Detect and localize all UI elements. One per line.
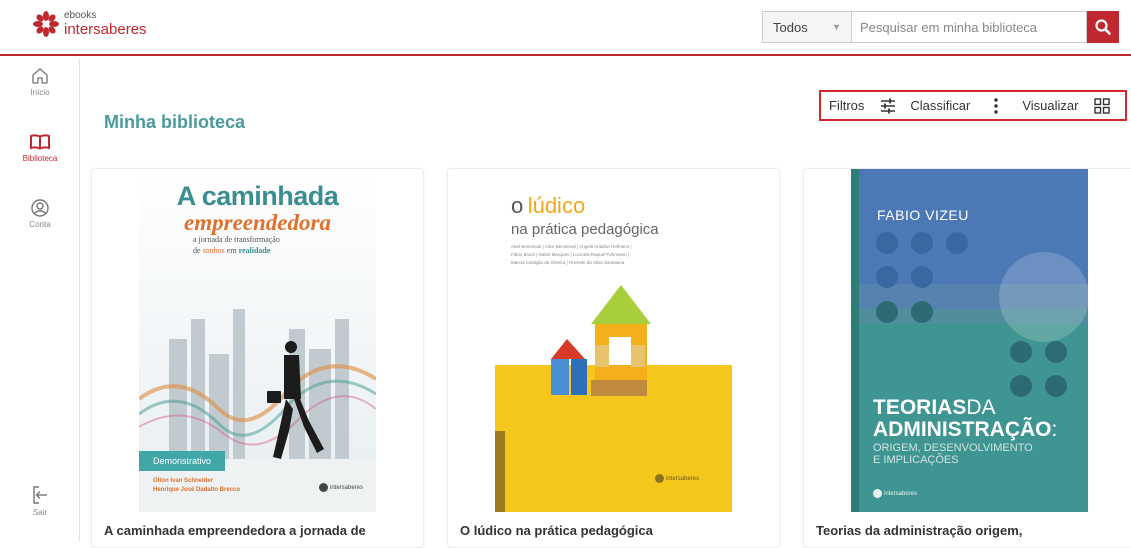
sidebar-item-label: Biblioteca xyxy=(22,154,58,163)
cover-subtitle-1: a jornada de transformação xyxy=(193,235,280,244)
sidebar-item-label: Início xyxy=(30,88,50,97)
cover-author-2: Henrique José Dadalto Brecco xyxy=(153,487,241,493)
grid-view-icon xyxy=(1094,97,1111,114)
page-title: Minha biblioteca xyxy=(104,112,246,132)
home-icon xyxy=(32,68,48,84)
demo-badge: Demonstrativo xyxy=(152,456,212,466)
publisher-name: intersaberes xyxy=(330,484,364,491)
book-cover[interactable]: FABIO VIZEU TEORIASDA ADMINISTRAÇÃO: ORI… xyxy=(851,169,1088,512)
sidebar-item-biblioteca[interactable]: Biblioteca xyxy=(0,132,80,163)
kebab-menu-icon xyxy=(994,97,999,114)
book-cover[interactable]: A caminhada empreendedora a jornada de t… xyxy=(139,169,376,512)
sidebar: Início Biblioteca Conta Sair xyxy=(0,58,80,542)
search-input[interactable] xyxy=(852,11,1087,43)
publisher-name: intersaberes xyxy=(884,490,918,497)
cover-authors-3: Marcia Castiglio da Silveira | Rochele d… xyxy=(511,260,625,266)
cover-subtitle-2: E IMPLICAÇÕES xyxy=(873,453,959,466)
cover-subtitle: na prática pedagógica xyxy=(511,221,659,238)
search-icon xyxy=(1095,19,1111,35)
publisher-name: intersaberes xyxy=(666,475,700,482)
logo[interactable]: ebooks intersaberes xyxy=(32,10,147,38)
sidebar-item-label: Sair xyxy=(32,508,48,517)
logo-text-brand: intersaberes xyxy=(64,21,147,38)
publisher-logo-icon xyxy=(655,474,664,483)
cover-authors-2: Fábio Brasil | Isabel Marques | Lucinéia… xyxy=(511,252,630,258)
sidebar-item-sair[interactable]: Sair xyxy=(0,484,80,517)
book-card[interactable]: A caminhada empreendedora a jornada de t… xyxy=(91,168,424,548)
publisher-logo-icon xyxy=(873,489,882,498)
search-scope-value: Todos xyxy=(773,19,808,35)
search-bar: Todos ▼ xyxy=(762,11,1119,43)
book-title[interactable]: O lúdico na prática pedagógica xyxy=(460,523,653,538)
book-cover[interactable]: o lúdico na prática pedagógica Abel Benv… xyxy=(495,169,732,512)
chevron-down-icon: ▼ xyxy=(832,22,841,32)
logout-icon xyxy=(33,486,47,504)
sidebar-item-label: Conta xyxy=(29,220,51,229)
cover-title-line1: A caminhada xyxy=(176,181,339,211)
cover-title-ludico: lúdico xyxy=(527,193,586,218)
view-label: Visualizar xyxy=(1022,98,1079,113)
search-button[interactable] xyxy=(1087,11,1119,43)
publisher-logo-icon xyxy=(319,483,328,492)
sort-button[interactable]: Classificar xyxy=(910,98,970,113)
search-scope-select[interactable]: Todos ▼ xyxy=(762,11,852,43)
view-button[interactable]: Visualizar xyxy=(1022,97,1111,114)
book-card[interactable]: FABIO VIZEU TEORIASDA ADMINISTRAÇÃO: ORI… xyxy=(803,168,1131,548)
cover-subtitle-2: de sonhos em realidade xyxy=(193,245,271,255)
logo-text-small: ebooks xyxy=(64,10,97,21)
cover-title-o: o xyxy=(511,193,524,218)
account-icon xyxy=(31,199,49,217)
cover-title-line1: TEORIASDA xyxy=(873,396,996,419)
more-options-button[interactable] xyxy=(994,97,999,114)
cover-author: FABIO VIZEU xyxy=(877,207,969,223)
top-header: ebooks intersaberes Todos ▼ xyxy=(0,0,1131,56)
book-card[interactable]: o lúdico na prática pedagógica Abel Benv… xyxy=(447,168,780,548)
filters-button[interactable]: Filtros xyxy=(829,98,896,114)
book-title[interactable]: Teorias da administração origem, xyxy=(816,523,1022,538)
filters-label: Filtros xyxy=(829,98,865,113)
book-icon xyxy=(30,134,50,150)
cover-title-line2: empreendedora xyxy=(184,210,331,235)
book-title[interactable]: A caminhada empreendedora a jornada de xyxy=(104,523,366,538)
logo-icon xyxy=(32,10,60,38)
cover-authors-1: Abel Benvenuti | Alice Benvenuti | Angel… xyxy=(511,244,632,249)
cover-subtitle-1: ORIGEM, DESENVOLVIMENTO xyxy=(873,442,1033,455)
sidebar-item-conta[interactable]: Conta xyxy=(0,198,80,229)
sort-label: Classificar xyxy=(910,98,971,113)
cover-title-line2: ADMINISTRAÇÃO: xyxy=(873,418,1058,442)
sliders-icon xyxy=(881,98,896,113)
library-toolbar: Filtros Classificar Visualizar xyxy=(819,90,1127,121)
cover-author-1: Olton Ivan Schneider xyxy=(153,478,214,484)
sidebar-item-inicio[interactable]: Início xyxy=(0,66,80,97)
